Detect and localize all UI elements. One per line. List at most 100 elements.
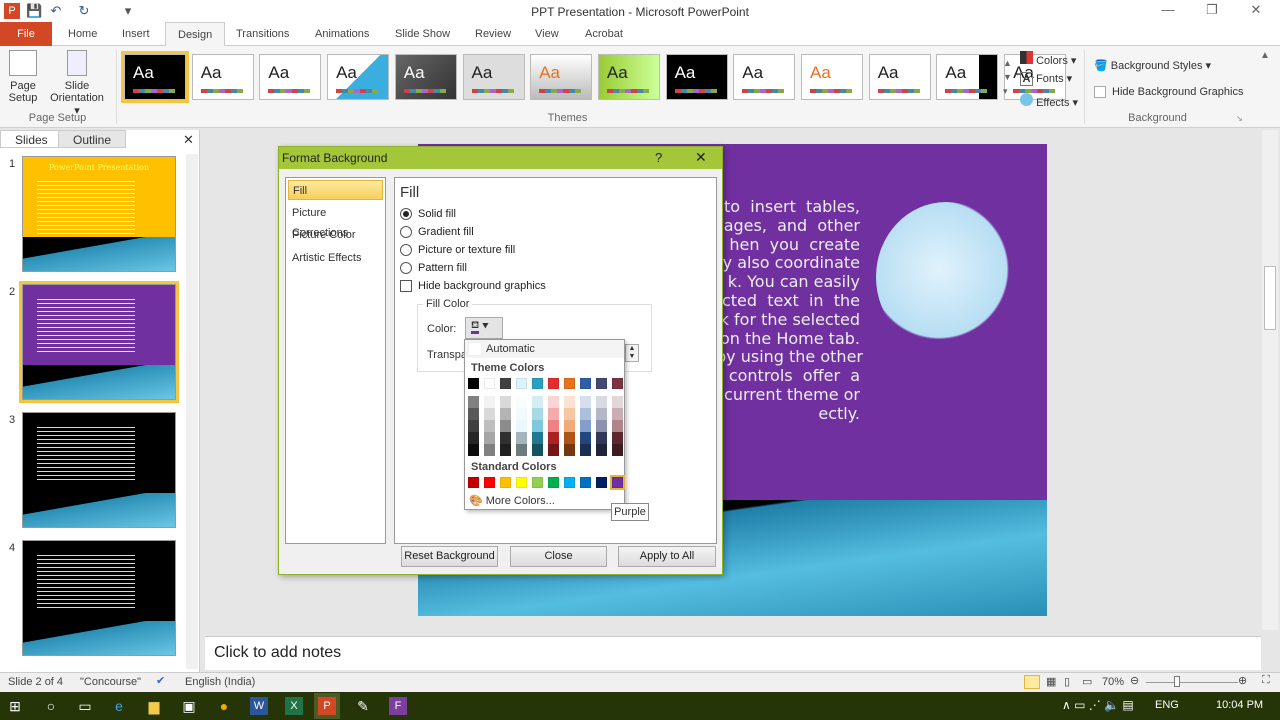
cortana-icon[interactable]: ○ — [42, 697, 60, 715]
task-view-icon[interactable]: ▭ — [76, 697, 94, 715]
theme-thumbnail[interactable]: Aa — [191, 54, 254, 100]
theme-color-shade[interactable] — [612, 444, 623, 456]
theme-color-swatch[interactable] — [596, 378, 607, 389]
tab-file[interactable]: File — [0, 22, 52, 46]
theme-color-shade[interactable] — [548, 444, 559, 456]
theme-thumbnail[interactable]: Aa — [868, 54, 931, 100]
theme-color-shade[interactable] — [468, 396, 479, 408]
tray-icons[interactable]: ∧ ▭ ⋰ 🔈 ▤ — [1062, 698, 1134, 712]
background-styles-button[interactable]: 🪣 Background Styles ▾ — [1094, 59, 1211, 72]
standard-color-swatch[interactable] — [468, 477, 479, 488]
paint-icon[interactable]: ✎ — [354, 697, 372, 715]
dialog-launcher-icon[interactable]: ↘ — [1236, 114, 1243, 123]
slide-body-text[interactable]: to insert tables, ages, and other hen yo… — [716, 197, 863, 424]
theme-thumbnail[interactable]: Aa — [394, 54, 457, 100]
nav-picture-corrections[interactable]: Picture Corrections — [288, 203, 383, 239]
theme-color-shade[interactable] — [500, 444, 511, 456]
theme-color-shade[interactable] — [516, 408, 527, 420]
theme-color-shade[interactable] — [596, 420, 607, 432]
nav-artistic-effects[interactable]: Artistic Effects — [288, 248, 383, 268]
slide-thumbnail-1[interactable]: PowerPoint Presentation — [22, 156, 176, 272]
theme-color-shade[interactable] — [532, 396, 543, 408]
nav-picture-color[interactable]: Picture Color — [288, 225, 383, 245]
standard-color-swatch[interactable] — [548, 477, 559, 488]
tab-review[interactable]: Review — [463, 22, 523, 46]
theme-color-shade[interactable] — [580, 420, 591, 432]
theme-color-shade[interactable] — [468, 408, 479, 420]
theme-color-shade[interactable] — [468, 432, 479, 444]
theme-color-shade[interactable] — [532, 444, 543, 456]
reset-background-button[interactable]: Reset Background — [401, 546, 498, 567]
standard-color-swatch[interactable] — [500, 477, 511, 488]
theme-color-shade[interactable] — [516, 396, 527, 408]
hide-background-graphics-checkbox[interactable]: Hide background graphics — [400, 280, 546, 292]
theme-color-shade[interactable] — [612, 408, 623, 420]
normal-view-icon[interactable] — [1024, 675, 1040, 689]
theme-color-shade[interactable] — [612, 432, 623, 444]
theme-color-shade[interactable] — [564, 420, 575, 432]
nav-fill[interactable]: Fill — [288, 180, 383, 200]
standard-color-swatch[interactable] — [516, 477, 527, 488]
theme-thumbnail[interactable]: Aa — [462, 54, 525, 100]
theme-color-swatch[interactable] — [484, 378, 495, 389]
theme-color-shade[interactable] — [564, 444, 575, 456]
theme-color-shade[interactable] — [596, 408, 607, 420]
clock[interactable]: 10:04 PM — [1216, 699, 1263, 711]
minimize-button[interactable]: — — [1148, 2, 1188, 20]
slide-thumbnail-3[interactable] — [22, 412, 176, 528]
help-button[interactable]: ? — [655, 150, 662, 165]
theme-color-shade[interactable] — [516, 420, 527, 432]
tab-home[interactable]: Home — [56, 22, 109, 46]
reading-view-icon[interactable]: ▯ — [1064, 675, 1070, 688]
windows-start-icon[interactable]: ⊞ — [6, 697, 24, 715]
color-dropdown-button[interactable]: ⛾ ▾ — [465, 317, 503, 339]
tab-slide-show[interactable]: Slide Show — [383, 22, 462, 46]
theme-color-shade[interactable] — [516, 444, 527, 456]
zoom-out-icon[interactable]: ⊖ — [1130, 674, 1139, 687]
file-explorer-icon[interactable]: ▆ — [145, 697, 163, 715]
slide-sorter-icon[interactable]: ▦ — [1046, 675, 1056, 688]
standard-color-swatch[interactable] — [564, 477, 575, 488]
theme-thumbnail[interactable]: Aa — [665, 54, 728, 100]
theme-thumbnail[interactable]: Aa — [733, 54, 796, 100]
slide-orientation-button[interactable]: Slide Orientation ▾ — [46, 50, 108, 117]
standard-color-swatch[interactable] — [532, 477, 543, 488]
apply-to-all-button[interactable]: Apply to All — [618, 546, 716, 567]
theme-color-shade[interactable] — [612, 396, 623, 408]
tab-slides[interactable]: Slides — [0, 130, 63, 148]
theme-color-shade[interactable] — [468, 420, 479, 432]
theme-color-shade[interactable] — [548, 408, 559, 420]
theme-color-shade[interactable] — [564, 408, 575, 420]
hide-background-graphics-checkbox[interactable]: Hide Background Graphics — [1094, 86, 1243, 98]
maximize-button[interactable]: ❐ — [1192, 2, 1232, 20]
theme-color-shade[interactable] — [580, 396, 591, 408]
theme-color-shade[interactable] — [580, 444, 591, 456]
theme-color-shade[interactable] — [612, 420, 623, 432]
scroll-thumb[interactable] — [1264, 266, 1276, 330]
transparency-spinner[interactable]: ▲ ▼ — [625, 344, 639, 362]
powerpoint-taskbar-icon[interactable]: P — [314, 693, 340, 719]
theme-thumbnail[interactable]: Aa — [121, 51, 189, 103]
vertical-scrollbar[interactable] — [1262, 130, 1278, 630]
theme-color-shade[interactable] — [500, 432, 511, 444]
theme-color-shade[interactable] — [548, 420, 559, 432]
zoom-slider[interactable] — [1146, 682, 1238, 683]
theme-thumbnail[interactable]: Aa — [530, 54, 593, 100]
more-colors-option[interactable]: 🎨 More Colors... — [469, 494, 555, 507]
gears-businessman-image[interactable] — [876, 202, 1016, 352]
theme-color-swatch[interactable] — [612, 378, 623, 389]
theme-color-shade[interactable] — [484, 444, 495, 456]
theme-color-shade[interactable] — [532, 408, 543, 420]
tab-transitions[interactable]: Transitions — [224, 22, 301, 46]
theme-color-shade[interactable] — [500, 408, 511, 420]
store-icon[interactable]: ▣ — [180, 697, 198, 715]
tab-outline[interactable]: Outline — [58, 130, 127, 148]
automatic-color-option[interactable]: Automatic — [465, 340, 624, 358]
page-setup-button[interactable]: Page Setup — [4, 50, 42, 104]
theme-color-shade[interactable] — [548, 396, 559, 408]
theme-color-shade[interactable] — [564, 396, 575, 408]
tab-animations[interactable]: Animations — [303, 22, 381, 46]
theme-color-shade[interactable] — [532, 420, 543, 432]
close-pane-icon[interactable]: ✕ — [183, 132, 194, 148]
fonts-button[interactable]: A Fonts ▾ — [1020, 72, 1072, 86]
